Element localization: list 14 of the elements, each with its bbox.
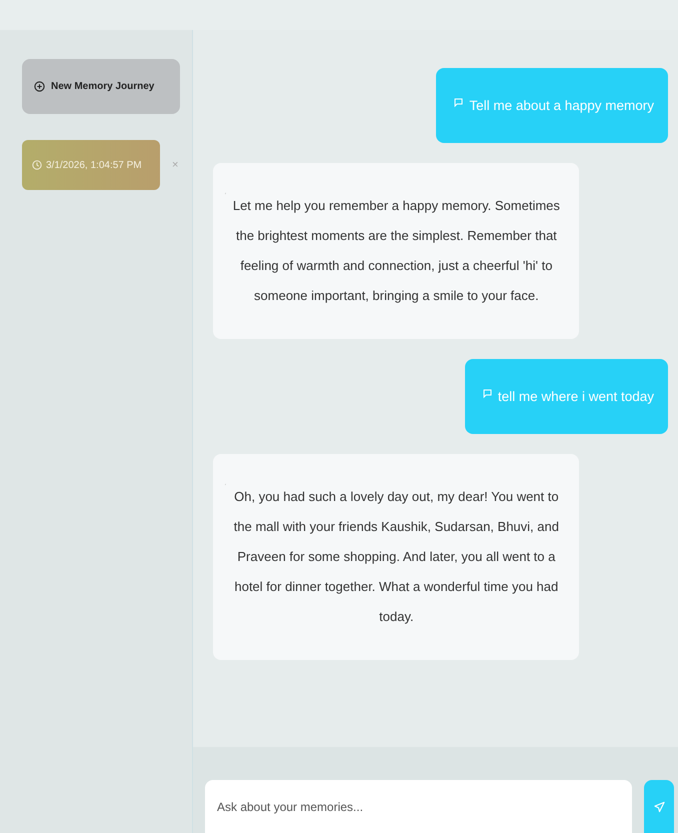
new-journey-button[interactable]: New Memory Journey xyxy=(22,59,180,114)
send-icon xyxy=(654,800,664,812)
close-button[interactable]: × xyxy=(172,159,178,171)
message-text: Oh, you had such a lovely day out, my dear! You went to the mall with your friends Kaushik, Sudarsan, Bhuvi, and Praveen for some shopping. And later, you all went to a hotel for dinner together. What a wonderful time you had today. xyxy=(232,488,560,626)
session-item[interactable]: 3/1/2026, 1:04:57 PM xyxy=(22,140,160,190)
speech-bubble-icon xyxy=(482,389,492,399)
message-text: Let me help you remember a happy memory. Sometimes the brightest moments are the simplest. Remember that feeling of warmth and connection, just a cheerful 'hi' to someone important, bringing a smile to your face. xyxy=(232,197,561,305)
speech-bubble-icon xyxy=(454,98,464,108)
message-input-field[interactable]: Ask about your memories... xyxy=(205,780,632,833)
clock-icon xyxy=(32,160,42,170)
send-button[interactable] xyxy=(644,780,674,833)
message-text: Tell me about a happy memory xyxy=(469,98,654,113)
plus-circle-icon xyxy=(34,81,45,92)
message-text: tell me where i went today xyxy=(498,389,654,404)
